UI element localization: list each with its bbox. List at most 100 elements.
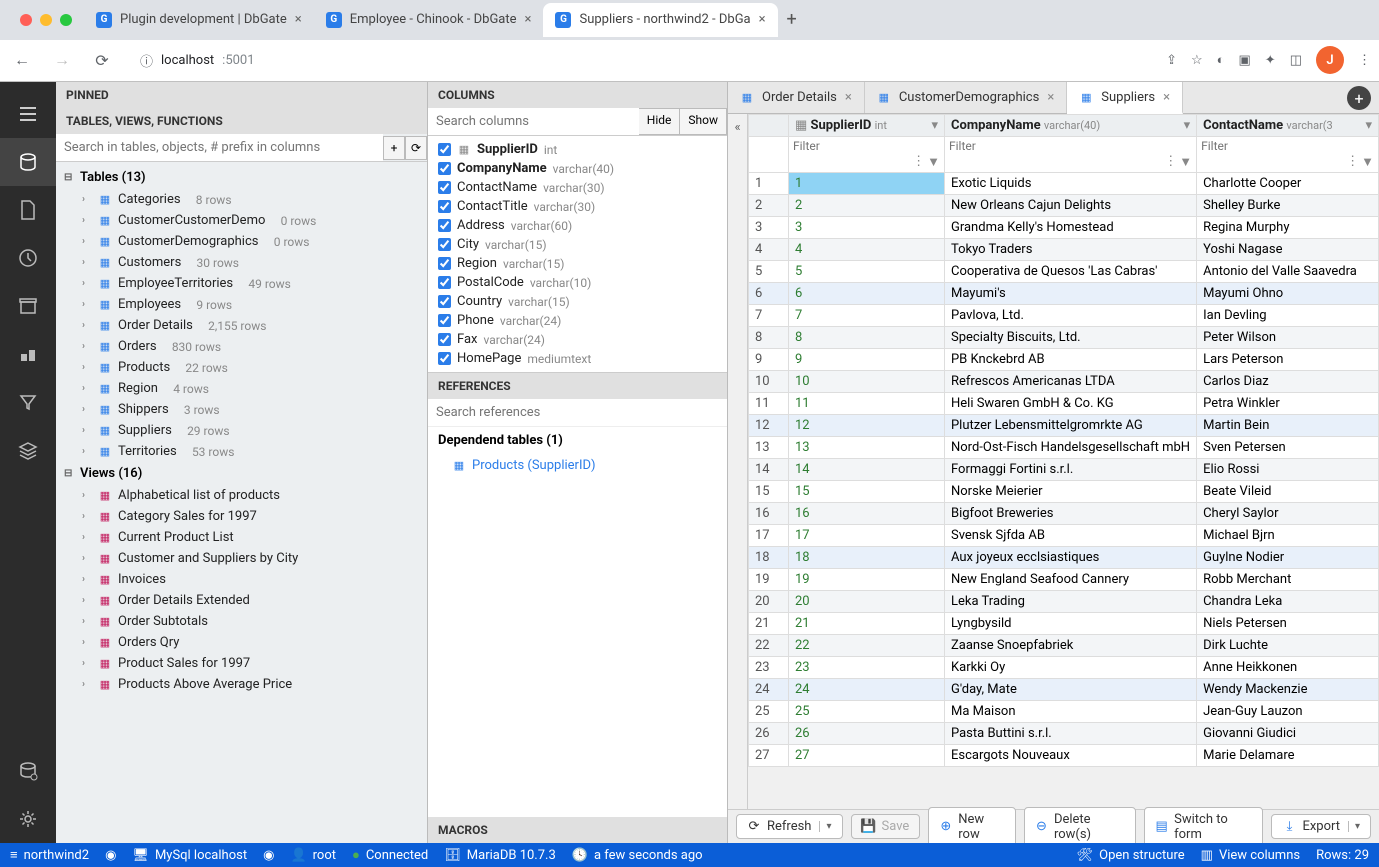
references-search-input[interactable] — [428, 399, 727, 427]
filter-menu-icon[interactable]: ⋮ — [1346, 154, 1359, 170]
editor-tab[interactable]: ▦Order Details× — [728, 82, 865, 113]
cell-contactname[interactable]: Giovanni Giudici — [1197, 723, 1379, 745]
cell-companyname[interactable]: Karkki Oy — [944, 657, 1196, 679]
column-header[interactable]: CompanyName varchar(40)▾ — [944, 115, 1196, 137]
column-menu-icon[interactable]: ▾ — [1184, 118, 1191, 133]
rail-layers[interactable] — [0, 426, 56, 474]
cell-companyname[interactable]: Formaggi Fortini s.r.l. — [944, 459, 1196, 481]
sidepanel-icon[interactable]: ◫ — [1290, 53, 1302, 68]
table-row[interactable]: 27 27 Escargots Nouveaux Marie Delamare — [749, 745, 1379, 767]
browser-tab[interactable]: GPlugin development | DbGate× — [84, 3, 314, 37]
cell-companyname[interactable]: New Orleans Cajun Delights — [944, 195, 1196, 217]
filter-icon[interactable]: ▼ — [1179, 154, 1192, 170]
table-row[interactable]: 22 22 Zaanse Snoepfabriek Dirk Luchte — [749, 635, 1379, 657]
new-row-button[interactable]: ⊕New row — [928, 807, 1016, 847]
cell-companyname[interactable]: Tokyo Traders — [944, 239, 1196, 261]
close-tab-icon[interactable]: × — [1163, 90, 1170, 105]
cell-supplierid[interactable]: 26 — [789, 723, 945, 745]
column-menu-icon[interactable]: ▾ — [1365, 118, 1372, 133]
cell-companyname[interactable]: New England Seafood Cannery — [944, 569, 1196, 591]
table-row[interactable]: 18 18 Aux joyeux ecclsiastiques Guylne N… — [749, 547, 1379, 569]
column-checkbox[interactable] — [438, 143, 451, 156]
table-row[interactable]: 25 25 Ma Maison Jean-Guy Lauzon — [749, 701, 1379, 723]
filter-input[interactable] — [949, 139, 1192, 153]
table-row[interactable]: 14 14 Formaggi Fortini s.r.l. Elio Rossi — [749, 459, 1379, 481]
status-user[interactable]: 👤root — [290, 848, 336, 863]
cell-supplierid[interactable]: 2 — [789, 195, 945, 217]
cell-supplierid[interactable]: 12 — [789, 415, 945, 437]
column-item[interactable]: Phone varchar(24) — [428, 311, 727, 330]
status-engine-icon2[interactable]: ◉ — [263, 848, 274, 863]
table-item[interactable]: ›▦CustomerDemographics 0 rows — [56, 231, 427, 252]
table-item[interactable]: ›▦Products 22 rows — [56, 357, 427, 378]
cell-companyname[interactable]: Refrescos Americanas LTDA — [944, 371, 1196, 393]
table-row[interactable]: 3 3 Grandma Kelly's Homestead Regina Mur… — [749, 217, 1379, 239]
cell-contactname[interactable]: Peter Wilson — [1197, 327, 1379, 349]
cell-supplierid[interactable]: 15 — [789, 481, 945, 503]
cell-contactname[interactable]: Dirk Luchte — [1197, 635, 1379, 657]
cell-companyname[interactable]: Svensk Sjfda AB — [944, 525, 1196, 547]
column-checkbox[interactable] — [438, 219, 451, 232]
data-grid[interactable]: ▦ SupplierID int▾CompanyName varchar(40)… — [748, 114, 1379, 809]
table-row[interactable]: 23 23 Karkki Oy Anne Heikkonen — [749, 657, 1379, 679]
column-checkbox[interactable] — [438, 181, 451, 194]
cell-supplierid[interactable]: 19 — [789, 569, 945, 591]
column-item[interactable]: City varchar(15) — [428, 235, 727, 254]
refresh-button[interactable]: ⟳Refresh▾ — [736, 814, 843, 839]
add-tab-button[interactable]: + — [1347, 86, 1371, 110]
reference-item[interactable]: ▦Products (SupplierID) — [428, 454, 727, 477]
column-checkbox[interactable] — [438, 295, 451, 308]
close-window[interactable] — [20, 14, 32, 26]
column-item[interactable]: Address varchar(60) — [428, 216, 727, 235]
rail-databases[interactable] — [0, 138, 56, 186]
rail-files[interactable] — [0, 186, 56, 234]
cell-supplierid[interactable]: 4 — [789, 239, 945, 261]
cell-contactname[interactable]: Regina Murphy — [1197, 217, 1379, 239]
export-button[interactable]: ⤓Export▾ — [1271, 814, 1371, 839]
sidebar-search-input[interactable] — [56, 134, 383, 161]
menu-icon[interactable]: ⋮ — [1358, 53, 1371, 68]
filter-input[interactable] — [1201, 139, 1374, 153]
table-row[interactable]: 9 9 PB Knckebrd AB Lars Peterson — [749, 349, 1379, 371]
column-header[interactable]: ▦ SupplierID int▾ — [789, 115, 945, 137]
cell-contactname[interactable]: Ian Devling — [1197, 305, 1379, 327]
table-row[interactable]: 4 4 Tokyo Traders Yoshi Nagase — [749, 239, 1379, 261]
column-checkbox[interactable] — [438, 333, 451, 346]
cell-supplierid[interactable]: 16 — [789, 503, 945, 525]
filter-menu-icon[interactable]: ⋮ — [912, 154, 925, 170]
rail-archive[interactable] — [0, 282, 56, 330]
browser-tab[interactable]: GEmployee - Chinook - DbGate× — [314, 3, 544, 37]
cell-supplierid[interactable]: 20 — [789, 591, 945, 613]
cell-supplierid[interactable]: 17 — [789, 525, 945, 547]
column-item[interactable]: Region varchar(15) — [428, 254, 727, 273]
cell-contactname[interactable]: Wendy Mackenzie — [1197, 679, 1379, 701]
cell-supplierid[interactable]: 6 — [789, 283, 945, 305]
cell-companyname[interactable]: Ma Maison — [944, 701, 1196, 723]
view-item[interactable]: ›▦Current Product List — [56, 527, 427, 548]
cell-supplierid[interactable]: 23 — [789, 657, 945, 679]
filter-icon[interactable]: ▼ — [927, 154, 940, 170]
rail-settings[interactable] — [0, 795, 56, 843]
rail-filter[interactable] — [0, 378, 56, 426]
dropdown-icon[interactable]: ▾ — [1348, 821, 1360, 832]
status-state[interactable]: ●Connected — [352, 847, 428, 863]
cell-companyname[interactable]: G'day, Mate — [944, 679, 1196, 701]
delete-rows-button[interactable]: ⊖Delete row(s) — [1024, 807, 1136, 847]
status-database[interactable]: ≡northwind2 — [10, 847, 89, 863]
table-item[interactable]: ›▦Categories 8 rows — [56, 189, 427, 210]
cell-supplierid[interactable]: 3 — [789, 217, 945, 239]
cell-contactname[interactable]: Antonio del Valle Saavedra — [1197, 261, 1379, 283]
table-row[interactable]: 24 24 G'day, Mate Wendy Mackenzie — [749, 679, 1379, 701]
view-item[interactable]: ›▦Order Details Extended — [56, 590, 427, 611]
cell-contactname[interactable]: Martin Bein — [1197, 415, 1379, 437]
column-checkbox[interactable] — [438, 314, 451, 327]
table-item[interactable]: ›▦EmployeeTerritories 49 rows — [56, 273, 427, 294]
view-item[interactable]: ›▦Product Sales for 1997 — [56, 653, 427, 674]
cell-companyname[interactable]: Lyngbysild — [944, 613, 1196, 635]
cell-supplierid[interactable]: 7 — [789, 305, 945, 327]
table-row[interactable]: 20 20 Leka Trading Chandra Leka — [749, 591, 1379, 613]
filter-menu-icon[interactable]: ⋮ — [1164, 154, 1177, 170]
column-item[interactable]: ContactName varchar(30) — [428, 178, 727, 197]
cell-companyname[interactable]: Specialty Biscuits, Ltd. — [944, 327, 1196, 349]
table-row[interactable]: 1 1 Exotic Liquids Charlotte Cooper — [749, 173, 1379, 195]
